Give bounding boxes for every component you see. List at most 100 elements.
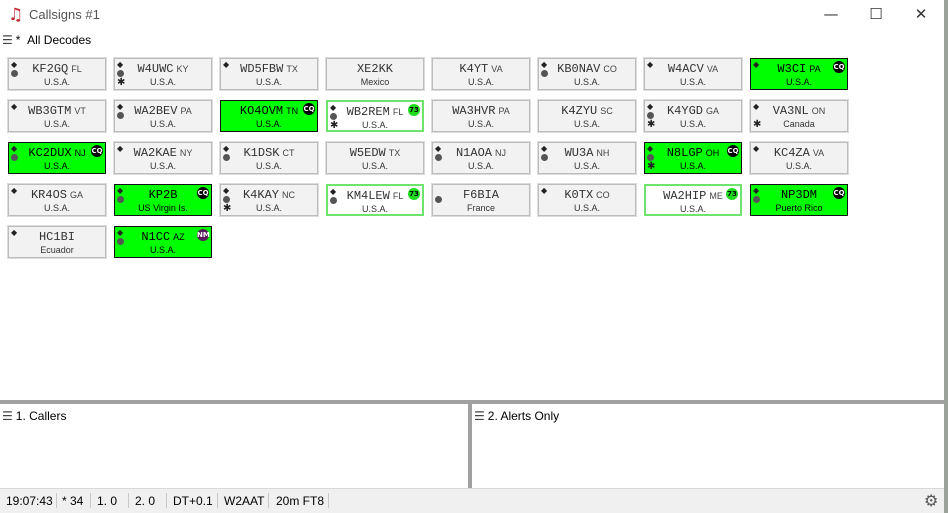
- cq-badge: CQ: [197, 187, 209, 199]
- country-label: U.S.A.: [573, 119, 600, 129]
- callsign-tile[interactable]: ◆ N1CC AZ U.S.A. NM: [114, 226, 212, 258]
- callsign-tile[interactable]: ◆ KR4OS GA U.S.A.: [7, 183, 107, 217]
- callsign-grid: ◆ KF2GQ FL U.S.A. ◆ ✱ W4UWC KY U.S.A. ◆ WD5FBW TX U.…: [0, 52, 944, 400]
- callsign-tile[interactable]: ◆ K0TX CO U.S.A.: [537, 183, 637, 217]
- callsign-tile[interactable]: ◆ WA2BEV PA U.S.A.: [113, 99, 213, 133]
- callsign-tile[interactable]: ◆ K1DSK CT U.S.A.: [219, 141, 319, 175]
- callsign-tile[interactable]: ◆ KP2B US Virgin Is. CQ: [114, 184, 212, 216]
- callsign-tile[interactable]: ◆ KB0NAV CO U.S.A.: [537, 57, 637, 91]
- state-label: VT: [74, 106, 86, 116]
- status-all-count: * 34: [62, 494, 84, 508]
- hamburger-menu-icon[interactable]: ☰: [474, 409, 485, 423]
- callsign-label: N1CC: [141, 230, 171, 244]
- music-note-icon: ♫: [8, 5, 24, 25]
- callsign-label: N1AOA: [455, 146, 492, 160]
- callsign-line: K0TX CO: [539, 188, 635, 202]
- country-label: U.S.A.: [679, 161, 706, 171]
- callsign-tile[interactable]: ◆ WD5FBW TX U.S.A.: [219, 57, 319, 91]
- callsign-line: KB0NAV CO: [539, 62, 635, 76]
- callsign-tile[interactable]: ◆ ✱ N8LGP OH U.S.A. CQ: [644, 142, 742, 174]
- callsign-label: KB0NAV: [557, 62, 601, 76]
- callsign-tile[interactable]: ◆ WB3GTM VT U.S.A.: [7, 99, 107, 133]
- callsign-tile[interactable]: ◆ KC2DUX NJ U.S.A. CQ: [8, 142, 106, 174]
- callsign-tile[interactable]: ◆ ✱ VA3NL ON Canada: [749, 99, 849, 133]
- state-label: NH: [596, 148, 610, 158]
- callsign-label: W4UWC: [137, 62, 174, 76]
- callsign-tile[interactable]: ◆ KC4ZA VA U.S.A.: [749, 141, 849, 175]
- callsign-label: WB3GTM: [28, 104, 72, 118]
- maximize-button[interactable]: ☐: [853, 0, 899, 30]
- callsign-tile[interactable]: ◆ NP3DM Puerto Rico CQ: [750, 184, 848, 216]
- callsign-tile[interactable]: ◆ ✱ K4KAY NC U.S.A.: [219, 183, 319, 217]
- window-title: Callsigns #1: [29, 7, 100, 22]
- callsign-tile[interactable]: KO4OVM TN U.S.A. CQ: [220, 100, 318, 132]
- seventy-three-badge: 73: [726, 188, 738, 200]
- hamburger-menu-icon[interactable]: ☰: [2, 409, 13, 423]
- state-label: PA: [498, 106, 510, 116]
- callsign-tile[interactable]: ◆ ✱ K4YGD GA U.S.A.: [643, 99, 743, 133]
- close-button[interactable]: ✕: [898, 0, 944, 30]
- country-label: U.S.A.: [679, 77, 706, 87]
- callsign-line: WD5FBW TX: [221, 62, 317, 76]
- callsign-tile[interactable]: ◆ KM4LEW FL U.S.A. 73: [326, 184, 424, 216]
- cq-badge: CQ: [91, 145, 103, 157]
- country-label: U.S.A.: [361, 120, 388, 130]
- alerts-pane: ☰ 2. Alerts Only: [472, 404, 944, 488]
- state-label: NJ: [74, 148, 86, 158]
- callsign-label: W5EDW: [349, 146, 386, 160]
- country-label: U.S.A.: [467, 77, 494, 87]
- callsign-label: K4YT: [459, 62, 489, 76]
- gear-icon[interactable]: ⚙: [924, 491, 938, 510]
- callsign-tile[interactable]: ◆ N1AOA NJ U.S.A.: [431, 141, 531, 175]
- country-label: Mexico: [360, 77, 390, 87]
- country-label: U.S.A.: [149, 77, 176, 87]
- state-label: OH: [705, 148, 720, 158]
- callsign-tile[interactable]: ◆ KF2GQ FL U.S.A.: [7, 57, 107, 91]
- state-label: TX: [286, 64, 298, 74]
- callers-pane: ☰ 1. Callers: [0, 404, 468, 488]
- callsign-tile[interactable]: ◆ W3CI PA U.S.A. CQ: [750, 58, 848, 90]
- title-bar[interactable]: ♫ Callsigns #1 — ☐ ✕: [0, 0, 944, 30]
- status-list1-count: 1. 0: [97, 494, 118, 508]
- hamburger-menu-icon[interactable]: ☰: [2, 33, 13, 47]
- callsign-line: K4YT VA: [433, 62, 529, 76]
- callsign-label: K1DSK: [243, 146, 280, 160]
- callsign-label: W3CI: [777, 62, 807, 76]
- callsign-line: WB3GTM VT: [9, 104, 105, 118]
- state-label: FL: [392, 191, 404, 201]
- callsign-tile[interactable]: ◆ ✱ W4UWC KY U.S.A.: [113, 57, 213, 91]
- state-label: CO: [603, 64, 617, 74]
- state-label: SC: [600, 106, 613, 116]
- list-marker: *: [15, 33, 21, 47]
- status-separator: [268, 493, 269, 508]
- callsign-label: KR4OS: [30, 188, 67, 202]
- state-label: TN: [286, 106, 299, 116]
- callsign-label: KM4LEW: [346, 189, 390, 203]
- callsign-tile[interactable]: ◆ WA2KAE NY U.S.A.: [113, 141, 213, 175]
- callsign-line: WU3A NH: [539, 146, 635, 160]
- country-label: U.S.A.: [679, 204, 706, 214]
- state-label: NY: [179, 148, 193, 158]
- callsign-tile[interactable]: XE2KK Mexico: [325, 57, 425, 91]
- callers-pane-title: ☰ 1. Callers: [2, 409, 66, 423]
- callsign-tile[interactable]: K4ZYU SC U.S.A.: [537, 99, 637, 133]
- state-label: GA: [70, 190, 84, 200]
- callsign-tile[interactable]: WA2HIP ME U.S.A. 73: [644, 184, 742, 216]
- status-separator: [166, 493, 167, 508]
- callsign-tile[interactable]: ◆ HC1BI Ecuador: [7, 225, 107, 259]
- callsign-tile[interactable]: ◆ WU3A NH U.S.A.: [537, 141, 637, 175]
- callsign-tile[interactable]: ◆ ✱ WB2REM FL U.S.A. 73: [326, 100, 424, 132]
- callsign-label: K4KAY: [242, 188, 279, 202]
- cq-badge: CQ: [303, 103, 315, 115]
- country-label: US Virgin Is.: [138, 203, 188, 213]
- status-bar: 19:07:43 * 34 1. 0 2. 0 DT+0.1 W2AAT 20m…: [0, 488, 944, 513]
- state-label: CT: [282, 148, 295, 158]
- callsign-tile[interactable]: ◆ W4ACV VA U.S.A.: [643, 57, 743, 91]
- callsign-label: KC4ZA: [773, 146, 810, 160]
- callsign-tile[interactable]: K4YT VA U.S.A.: [431, 57, 531, 91]
- callsign-tile[interactable]: WA3HVR PA U.S.A.: [431, 99, 531, 133]
- callsign-tile[interactable]: W5EDW TX U.S.A.: [325, 141, 425, 175]
- callsign-tile[interactable]: F6BIA France: [431, 183, 531, 217]
- state-label: CO: [596, 190, 610, 200]
- minimize-button[interactable]: —: [808, 0, 854, 30]
